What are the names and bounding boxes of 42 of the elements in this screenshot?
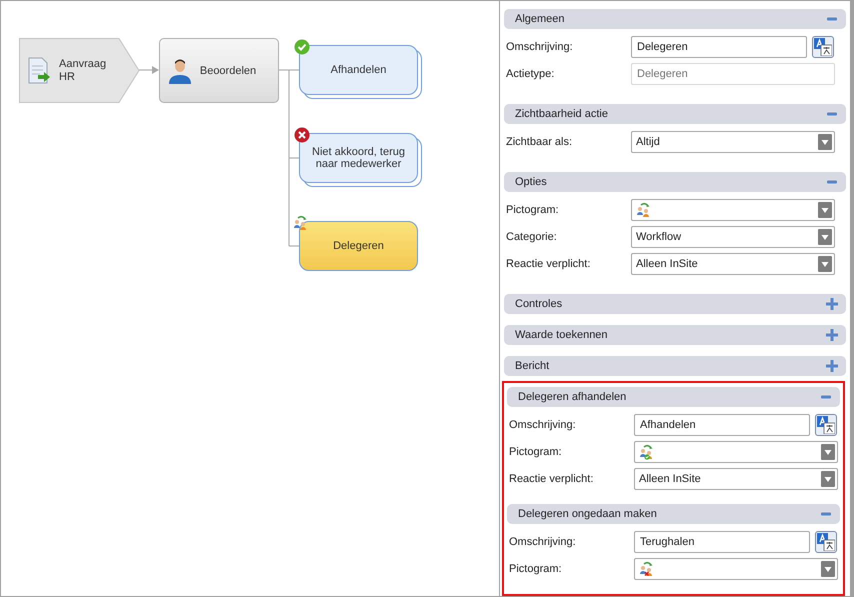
dropdown-field[interactable]: Alleen InSite	[634, 468, 838, 490]
dropdown-field[interactable]: Altijd	[631, 131, 835, 153]
outcome-node[interactable]: Delegeren	[299, 221, 418, 271]
text-field[interactable]: Delegeren	[631, 36, 807, 58]
translate-button[interactable]	[812, 36, 834, 58]
icon-dropdown[interactable]	[634, 558, 838, 580]
task-node[interactable]: Beoordelen	[159, 38, 279, 103]
expand-icon[interactable]	[826, 298, 838, 310]
text-field[interactable]: Terughalen	[634, 531, 810, 553]
section-header[interactable]: Opties	[504, 172, 846, 192]
dropdown-field[interactable]: Workflow	[631, 226, 835, 248]
icon-dropdown[interactable]	[634, 441, 838, 463]
section-header[interactable]: Algemeen	[504, 9, 846, 29]
section-header[interactable]: Controles	[504, 294, 846, 314]
field-label: Actietype:	[506, 68, 556, 80]
field-label: Reactie verplicht:	[509, 473, 594, 485]
document-arrow-icon	[27, 56, 51, 84]
dropdown-field[interactable]: Alleen InSite	[631, 253, 835, 275]
field-label: Pictogram:	[509, 563, 563, 575]
expand-icon[interactable]	[826, 360, 838, 372]
translate-button[interactable]	[815, 414, 837, 436]
field-label: Omschrijving:	[509, 536, 577, 548]
field-label: Pictogram:	[509, 446, 563, 458]
node-label: Aanvraag HR	[59, 58, 108, 84]
text-field[interactable]: Afhandelen	[634, 414, 810, 436]
field-label: Omschrijving:	[509, 419, 577, 431]
section-header[interactable]: Delegeren afhandelen	[507, 387, 840, 407]
field-label: Reactie verplicht:	[506, 258, 592, 270]
field-label: Zichtbaar als:	[506, 136, 574, 148]
section-header[interactable]: Waarde toekennen	[504, 325, 846, 345]
translate-button[interactable]	[815, 531, 837, 553]
field-label: Categorie:	[506, 231, 558, 243]
section-header[interactable]: Bericht	[504, 356, 846, 376]
field-label: Pictogram:	[506, 204, 560, 216]
field-label: Omschrijving:	[506, 41, 574, 53]
section-header[interactable]: Zichtbaarheid actie	[504, 104, 846, 124]
connector-arrow	[138, 66, 159, 74]
section-header[interactable]: Delegeren ongedaan maken	[507, 504, 840, 524]
start-node[interactable]: Aanvraag HR	[19, 38, 140, 103]
expand-icon[interactable]	[826, 329, 838, 341]
person-icon	[168, 58, 192, 84]
icon-dropdown[interactable]	[631, 199, 835, 221]
